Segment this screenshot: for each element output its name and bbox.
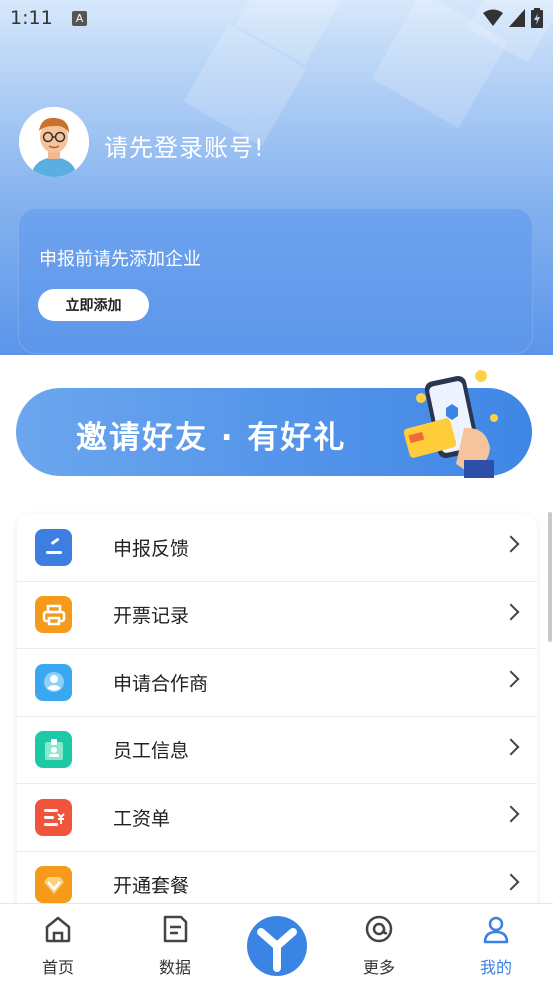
menu-item-invoice-records[interactable]: 开票记录	[17, 582, 537, 649]
phone-gift-illustration-icon	[403, 370, 498, 478]
status-time: 1:11	[10, 7, 53, 29]
system-icons	[483, 8, 543, 28]
invite-banner-text: 邀请好友 · 有好礼	[76, 420, 347, 456]
employee-badge-icon	[35, 731, 72, 769]
bottom-tab-bar: 首页 数据 更多 我的	[0, 903, 553, 984]
add-company-card: 申报前请先添加企业 立即添加	[18, 208, 533, 354]
tab-mine[interactable]: 我的	[451, 904, 541, 984]
user-icon	[483, 916, 509, 944]
status-bar: 1:11 A	[0, 0, 553, 38]
menu-item-payslip[interactable]: 工资单	[17, 784, 537, 852]
chevron-right-icon	[502, 603, 520, 620]
chevron-right-icon	[502, 738, 520, 755]
menu-item-feedback[interactable]: 申报反馈	[17, 514, 537, 582]
chevron-right-icon	[502, 805, 520, 823]
tab-label: 首页	[41, 958, 74, 977]
at-icon	[365, 915, 393, 943]
document-icon	[163, 915, 188, 943]
tab-label: 更多	[362, 958, 395, 977]
chevron-right-icon	[502, 873, 520, 890]
notification-a-icon: A	[72, 11, 87, 26]
add-company-button[interactable]: 立即添加	[38, 289, 149, 321]
add-company-tip: 申报前请先添加企业	[39, 249, 201, 270]
partner-icon	[35, 663, 72, 701]
battery-icon	[531, 8, 543, 28]
menu-item-label: 工资单	[113, 807, 171, 830]
tab-label: 我的	[479, 958, 512, 977]
app-logo-icon	[257, 928, 297, 972]
menu-item-label: 申请合作商	[113, 672, 209, 695]
menu-item-label: 员工信息	[113, 740, 190, 763]
scrollbar[interactable]	[548, 512, 552, 642]
tab-home[interactable]: 首页	[13, 904, 103, 984]
tab-more[interactable]: 更多	[334, 904, 424, 984]
menu-item-label: 申报反馈	[113, 537, 190, 560]
avatar[interactable]	[19, 107, 89, 177]
center-logo-button[interactable]	[247, 916, 307, 976]
tab-data[interactable]: 数据	[130, 904, 220, 984]
menu-item-label: 开票记录	[113, 605, 190, 628]
login-prompt[interactable]: 请先登录账号!	[104, 128, 265, 163]
printer-icon	[35, 596, 72, 634]
wifi-icon	[483, 9, 503, 26]
package-icon	[35, 866, 72, 904]
home-icon	[45, 916, 71, 943]
menu-item-apply-partner[interactable]: 申请合作商	[17, 649, 537, 717]
feedback-icon	[35, 528, 72, 566]
invite-friends-banner[interactable]: 邀请好友 · 有好礼	[16, 370, 532, 478]
menu-list: 申报反馈 开票记录 申请合作商 员工信息 工资单 开通套餐	[17, 514, 537, 914]
signal-icon	[509, 9, 525, 27]
menu-item-employee-info[interactable]: 员工信息	[17, 717, 537, 784]
tab-label: 数据	[158, 958, 191, 977]
payslip-icon	[35, 798, 72, 836]
chevron-right-icon	[502, 535, 520, 553]
chevron-right-icon	[502, 670, 520, 688]
menu-item-label: 开通套餐	[113, 875, 190, 898]
cartoon-avatar-icon	[19, 107, 89, 177]
